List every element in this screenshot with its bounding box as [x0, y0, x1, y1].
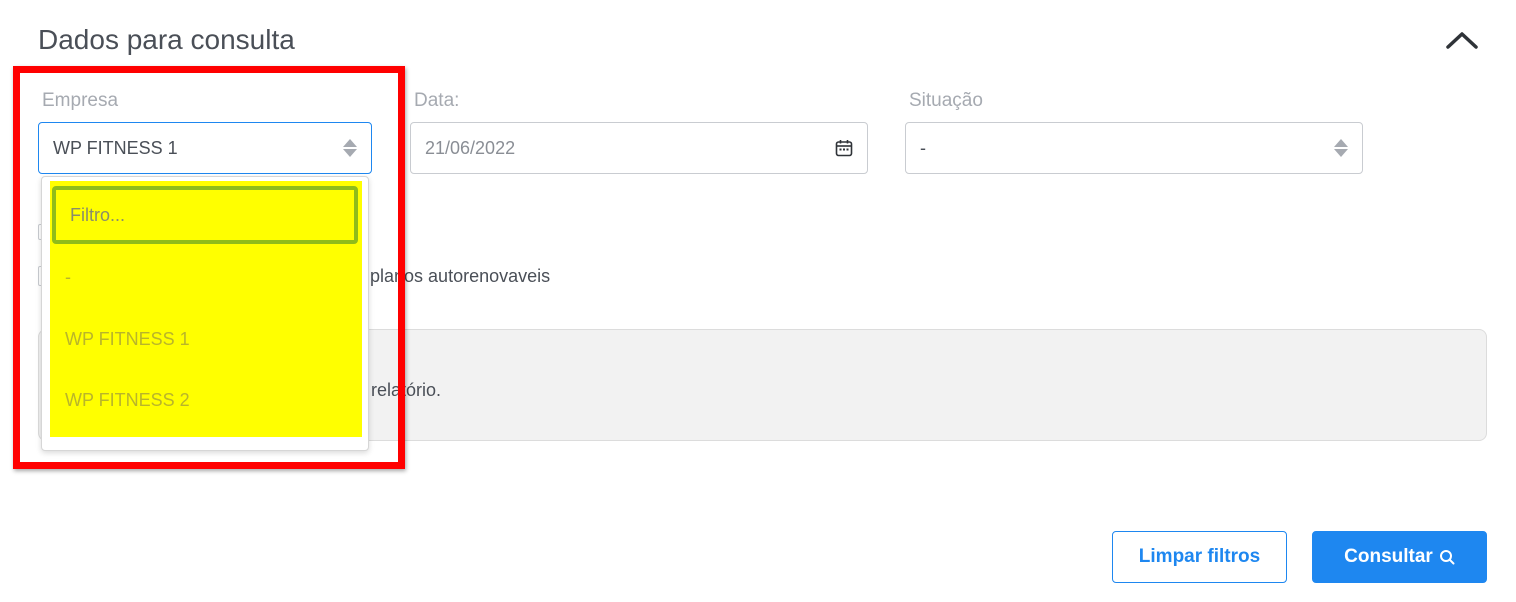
situacao-select[interactable]: - — [905, 122, 1363, 174]
sort-arrows-icon — [343, 139, 357, 157]
situacao-label: Situação — [909, 90, 983, 111]
dropdown-option[interactable]: WP FITNESS 2 — [65, 390, 190, 411]
filter-input[interactable] — [52, 186, 358, 244]
search-icon — [1439, 550, 1455, 565]
sort-arrows-icon — [1334, 139, 1348, 157]
empresa-value: WP FITNESS 1 — [53, 137, 178, 158]
empresa-label: Empresa — [42, 90, 119, 111]
data-value: 21/06/2022 — [425, 137, 516, 158]
situacao-value: - — [920, 137, 926, 158]
calendar-icon[interactable] — [835, 139, 853, 157]
consult-label: Consultar — [1344, 546, 1433, 567]
empresa-select[interactable]: WP FITNESS 1 — [38, 122, 372, 174]
collapse-button[interactable] — [1440, 22, 1484, 58]
page-title: Dados para consulta — [38, 24, 295, 55]
consult-button[interactable]: Consultar — [1312, 531, 1487, 583]
dropdown-option[interactable]: WP FITNESS 1 — [65, 329, 190, 350]
clear-filters-label: Limpar filtros — [1138, 546, 1261, 567]
clear-filters-button[interactable]: Limpar filtros — [1112, 531, 1287, 583]
dropdown-highlight: - WP FITNESS 1 WP FITNESS 2 — [50, 181, 362, 437]
data-input[interactable]: 21/06/2022 — [410, 122, 868, 174]
info-message: relatório. — [371, 380, 442, 400]
autorenew-checkbox-label: zar planos autorenovaveis — [340, 266, 551, 286]
dropdown-option[interactable]: - — [65, 267, 71, 288]
empresa-dropdown: - WP FITNESS 1 WP FITNESS 2 — [41, 176, 369, 451]
chevron-up-icon — [1446, 32, 1478, 49]
data-label: Data: — [414, 90, 460, 111]
